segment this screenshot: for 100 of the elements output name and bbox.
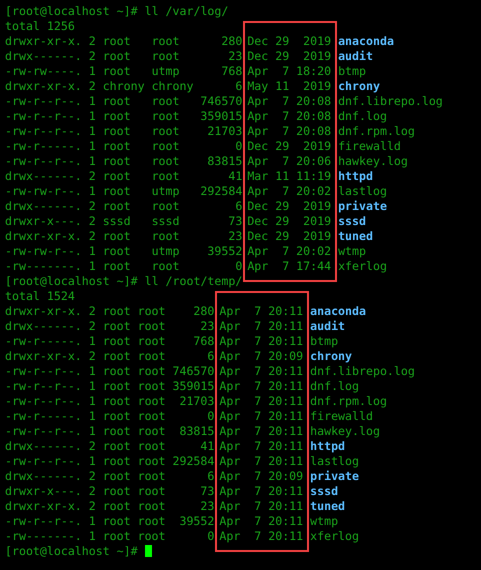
file-name: tuned — [338, 229, 373, 243]
group: utmp — [152, 184, 194, 199]
modified-date: Apr 7 20:09 — [219, 349, 304, 363]
owner: root — [102, 64, 132, 79]
owner: root — [102, 439, 131, 454]
permissions: drwxr-xr-x. — [5, 34, 82, 49]
permissions: drwx------. — [5, 199, 82, 214]
file-name: chrony — [310, 349, 352, 363]
modified-date: Apr 7 20:11 — [219, 424, 304, 438]
owner: root — [102, 364, 131, 379]
owner: root — [102, 379, 131, 394]
modified-date: Dec 29 2019 — [247, 34, 332, 48]
file-size: 23 — [199, 319, 214, 334]
link-count: 1 — [88, 64, 96, 79]
file-size: 73 — [199, 484, 214, 499]
link-count: 2 — [88, 34, 96, 49]
group: root — [138, 484, 166, 499]
link-count: 1 — [88, 379, 96, 394]
link-count: 1 — [88, 139, 96, 154]
file-size: 292584 — [200, 184, 242, 199]
group: chrony — [152, 79, 194, 94]
file-name: dnf.librepo.log — [338, 94, 443, 108]
file-name: hawkey.log — [338, 154, 408, 168]
file-size: 746570 — [200, 94, 242, 109]
modified-date: Apr 7 20:09 — [219, 469, 304, 483]
owner: root — [102, 229, 132, 244]
file-size: 0 — [234, 139, 242, 154]
file-size: 41 — [227, 169, 242, 184]
file-name: private — [310, 469, 360, 483]
file-size: 6 — [234, 79, 242, 94]
modified-date: Apr 7 20:11 — [219, 514, 304, 528]
file-name: xferlog — [310, 529, 360, 543]
file-name: chrony — [338, 79, 380, 93]
group: root — [152, 34, 194, 49]
link-count: 1 — [88, 244, 96, 259]
file-size: 73 — [227, 214, 242, 229]
file-size: 6 — [206, 349, 214, 364]
link-count: 1 — [88, 154, 96, 169]
group: root — [152, 199, 194, 214]
file-name: dnf.librepo.log — [310, 364, 415, 378]
file-size: 21703 — [206, 124, 242, 139]
modified-date: Apr 7 20:11 — [219, 454, 304, 468]
file-name: audit — [338, 49, 373, 63]
permissions: drwxr-xr-x. — [5, 349, 82, 364]
file-size: 21703 — [178, 394, 214, 409]
file-size: 0 — [234, 259, 242, 274]
file-size: 359015 — [200, 109, 242, 124]
link-count: 2 — [88, 214, 96, 229]
permissions: -rw-r-----. — [5, 409, 82, 424]
group: root — [152, 229, 194, 244]
file-size: 0 — [206, 529, 214, 544]
file-size: 23 — [199, 499, 214, 514]
file-name: firewalld — [338, 139, 401, 153]
modified-date: Mar 11 11:19 — [247, 169, 332, 183]
modified-date: Apr 7 18:20 — [247, 64, 332, 78]
file-size: 768 — [192, 334, 214, 349]
file-size: 23 — [227, 49, 242, 64]
link-count: 1 — [88, 364, 96, 379]
owner: root — [102, 199, 132, 214]
file-size: 6 — [234, 199, 242, 214]
group: root — [152, 259, 194, 274]
group: utmp — [152, 244, 194, 259]
owner: root — [102, 154, 132, 169]
permissions: -rw-r--r--. — [5, 454, 82, 469]
owner: root — [102, 94, 132, 109]
file-name: lastlog — [310, 454, 360, 468]
modified-date: Apr 7 20:11 — [219, 334, 304, 348]
permissions: drwx------. — [5, 319, 82, 334]
permissions: drwx------. — [5, 169, 82, 184]
owner: root — [102, 34, 132, 49]
link-count: 2 — [88, 229, 96, 244]
file-size: 23 — [227, 229, 242, 244]
modified-date: Apr 7 20:11 — [219, 484, 304, 498]
permissions: -rw-r--r--. — [5, 109, 82, 124]
group: root — [138, 409, 166, 424]
permissions: -rw-r--r--. — [5, 154, 82, 169]
modified-date: Dec 29 2019 — [247, 229, 332, 243]
file-size: 359015 — [172, 379, 214, 394]
modified-date: Apr 7 20:08 — [247, 109, 332, 123]
owner: root — [102, 259, 132, 274]
file-size: 768 — [220, 64, 242, 79]
group: root — [138, 514, 166, 529]
file-name: firewalld — [310, 409, 373, 423]
file-name: dnf.rpm.log — [338, 124, 415, 138]
modified-date: Dec 29 2019 — [247, 199, 332, 213]
owner: root — [102, 169, 132, 184]
permissions: -rw-r--r--. — [5, 394, 82, 409]
command-line: [root@localhost ~]# — [5, 544, 138, 558]
file-size: 280 — [192, 304, 214, 319]
link-count: 2 — [88, 169, 96, 184]
modified-date: Apr 7 20:11 — [219, 394, 304, 408]
owner: root — [102, 304, 131, 319]
file-size: 41 — [199, 439, 214, 454]
modified-date: Apr 7 20:08 — [247, 124, 332, 138]
link-count: 1 — [88, 514, 96, 529]
modified-date: Apr 7 20:11 — [219, 409, 304, 423]
group: root — [138, 334, 166, 349]
total-line: total 1256 — [5, 19, 75, 33]
owner: root — [102, 184, 132, 199]
link-count: 1 — [88, 259, 96, 274]
